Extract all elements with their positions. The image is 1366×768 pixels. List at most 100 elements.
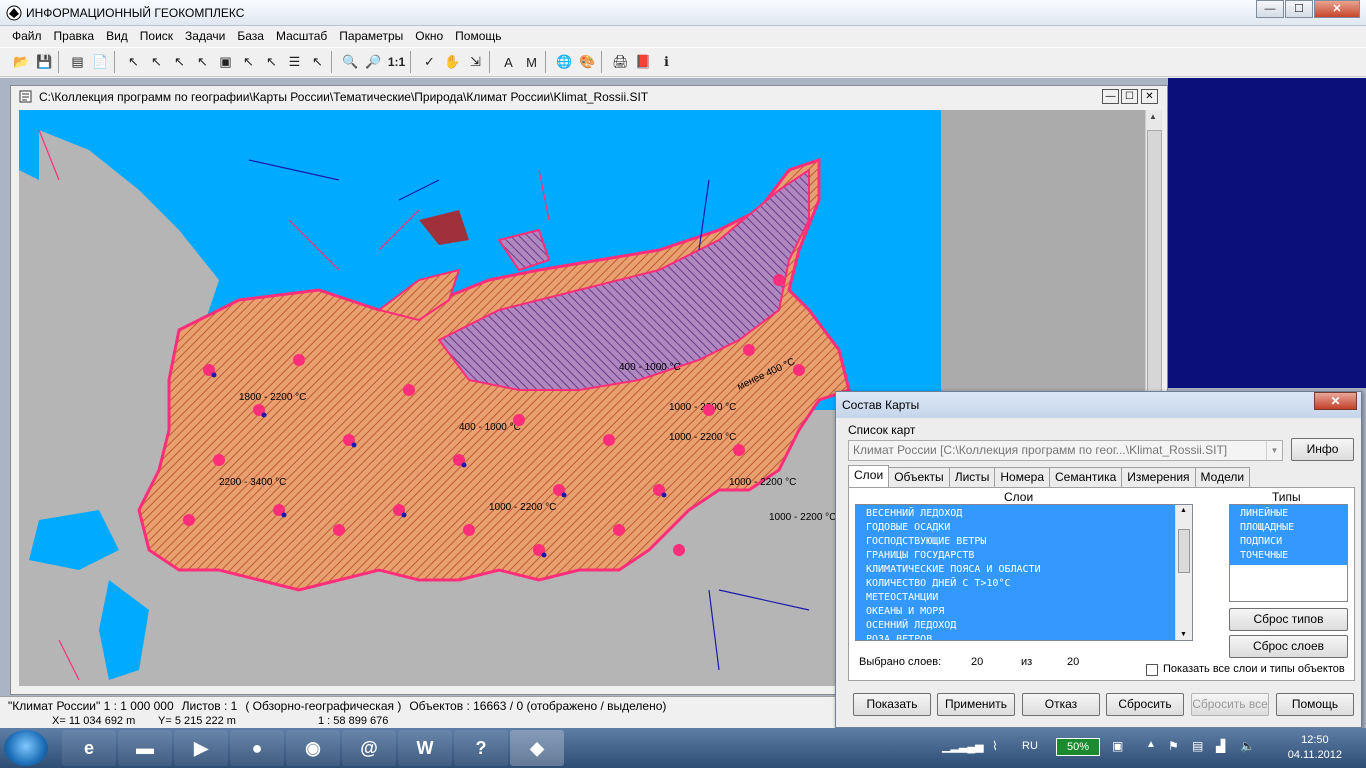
explorer-icon[interactable]: ▬ — [118, 730, 172, 766]
select-text-tool-icon[interactable]: ↖ — [168, 51, 191, 74]
menu-help[interactable]: Помощь — [449, 26, 507, 46]
zoom-in-icon[interactable]: 🔎 — [362, 51, 385, 74]
show-all-checkbox[interactable] — [1146, 664, 1158, 676]
menu-search[interactable]: Поиск — [134, 26, 179, 46]
frame-select-icon[interactable]: ▣ — [214, 51, 237, 74]
map-close-button[interactable]: ✕ — [1141, 89, 1158, 104]
reset-all-button[interactable]: Сбросить все — [1191, 693, 1269, 716]
menu-parameters[interactable]: Параметры — [333, 26, 409, 46]
list-item[interactable]: ГОСПОДСТВУЮЩИЕ ВЕТРЫ — [856, 535, 1176, 549]
info-button[interactable]: Инфо — [1291, 438, 1354, 461]
scroll-up-icon[interactable]: ▲ — [1149, 112, 1157, 121]
menu-scale[interactable]: Масштаб — [270, 26, 333, 46]
map-select[interactable]: Климат России [C:\Коллекция программ по … — [848, 440, 1283, 461]
tab-models[interactable]: Модели — [1194, 467, 1251, 487]
hand-icon[interactable]: ✋ — [441, 51, 464, 74]
save-icon[interactable]: 💾 — [33, 51, 56, 74]
measure-icon[interactable]: M — [520, 51, 543, 74]
list-item[interactable]: ОСЕННИЙ ЛЕДОХОД — [856, 619, 1176, 633]
dialog-close-button[interactable]: ✕ — [1314, 392, 1357, 410]
network-icon[interactable]: ▤ — [1192, 739, 1203, 753]
zoom-out-icon[interactable]: 🔍 — [339, 51, 362, 74]
minimize-button[interactable]: — — [1256, 0, 1284, 18]
tab-semantics[interactable]: Семантика — [1049, 467, 1123, 487]
device-icon[interactable]: ▣ — [1112, 739, 1123, 753]
reset-layers-button[interactable]: Сброс слоев — [1229, 635, 1348, 658]
list-item[interactable]: ГРАНИЦЫ ГОСУДАРСТВ — [856, 549, 1176, 563]
list-item[interactable]: КЛИМАТИЧЕСКИЕ ПОЯСА И ОБЛАСТИ — [856, 563, 1176, 577]
volume-icon[interactable]: 🔈 — [1240, 739, 1255, 753]
help-button[interactable]: Помощь — [1276, 693, 1354, 716]
ie-icon[interactable]: e — [62, 730, 116, 766]
clock[interactable]: 12:50 04.11.2012 — [1288, 733, 1342, 763]
print-icon[interactable]: 🖨 — [609, 51, 632, 74]
list-item[interactable]: ЛИНЕЙНЫЕ — [1230, 507, 1347, 521]
add-point-icon[interactable]: ↖ — [237, 51, 260, 74]
list-item[interactable]: ОКЕАНЫ И МОРЯ — [856, 605, 1176, 619]
tab-numbers[interactable]: Номера — [994, 467, 1051, 487]
media-player-icon[interactable]: ▶ — [174, 730, 228, 766]
globe-icon[interactable]: 🌐 — [553, 51, 576, 74]
maximize-button[interactable]: ☐ — [1285, 0, 1313, 18]
list-item[interactable]: МЕТЕОСТАНЦИИ — [856, 591, 1176, 605]
cancel-button[interactable]: Отказ — [1022, 693, 1100, 716]
list-icon[interactable]: ☰ — [283, 51, 306, 74]
tab-sheets[interactable]: Листы — [948, 467, 996, 487]
palette-icon[interactable]: 🎨 — [576, 51, 599, 74]
word-icon[interactable]: W — [398, 730, 452, 766]
text-tool-icon[interactable]: A — [497, 51, 520, 74]
edit-point-icon[interactable]: ↖ — [260, 51, 283, 74]
layers-icon[interactable]: ▤ — [66, 51, 89, 74]
battery-indicator[interactable]: 50% — [1056, 738, 1100, 756]
info-icon[interactable]: ℹ — [655, 51, 678, 74]
apply-button[interactable]: Применить — [937, 693, 1015, 716]
list-item[interactable]: ВЕСЕННИЙ ЛЕДОХОД — [856, 507, 1176, 521]
chevron-down-icon[interactable]: ▼ — [1266, 441, 1282, 460]
scale-1-1-button[interactable]: 1:1 — [385, 51, 408, 74]
menu-tasks[interactable]: Задачи — [179, 26, 231, 46]
language-indicator[interactable]: RU — [1022, 740, 1038, 752]
list-item[interactable]: РОЗА ВЕТРОВ — [856, 633, 1176, 640]
start-button[interactable] — [4, 730, 48, 766]
map-minimize-button[interactable]: — — [1102, 89, 1119, 104]
tray-expand-icon[interactable]: ▲ — [1146, 739, 1156, 750]
menu-view[interactable]: Вид — [100, 26, 134, 46]
mail-agent-icon[interactable]: @ — [342, 730, 396, 766]
list-item[interactable]: ГОДОВЫЕ ОСАДКИ — [856, 521, 1176, 535]
chrome-icon[interactable]: ◉ — [286, 730, 340, 766]
show-button[interactable]: Показать — [853, 693, 931, 716]
wireless-icon[interactable]: ⌇ — [992, 739, 998, 753]
map-canvas[interactable]: 1800 - 2200 °C 2200 - 3400 °C 400 - 1000… — [19, 110, 941, 686]
map-maximize-button[interactable]: ☐ — [1121, 89, 1138, 104]
list-item[interactable]: ПЛОЩАДНЫЕ — [1230, 521, 1347, 535]
move-icon[interactable]: ⇲ — [464, 51, 487, 74]
types-list[interactable]: ЛИНЕЙНЫЕ ПЛОЩАДНЫЕ ПОДПИСИ ТОЧЕЧНЫЕ — [1229, 504, 1348, 602]
scroll-up-icon[interactable]: ▲ — [1180, 507, 1187, 514]
menu-file[interactable]: Файл — [6, 26, 48, 46]
reset-button[interactable]: Сбросить — [1106, 693, 1184, 716]
select-tool-icon[interactable]: ↖ — [122, 51, 145, 74]
tab-measurements[interactable]: Измерения — [1121, 467, 1196, 487]
signal-icon[interactable]: ▟ — [1216, 739, 1225, 753]
scroll-down-icon[interactable]: ▼ — [1180, 631, 1187, 638]
select-object-tool-icon[interactable]: ↖ — [191, 51, 214, 74]
firefox-icon[interactable]: ● — [230, 730, 284, 766]
help-center-icon[interactable]: ? — [454, 730, 508, 766]
menu-edit[interactable]: Правка — [48, 26, 101, 46]
list-item[interactable]: ТОЧЕЧНЫЕ — [1230, 549, 1347, 563]
list-item[interactable]: КОЛИЧЕСТВО ДНЕЙ С Т>10°С — [856, 577, 1176, 591]
layers-list-scrollbar[interactable]: ▲ ▼ — [1175, 505, 1192, 640]
open-folder-icon[interactable]: 📂 — [10, 51, 33, 74]
signal-bars-icon[interactable]: ▁▂▃▄▅ — [942, 740, 984, 753]
list-item[interactable]: ПОДПИСИ — [1230, 535, 1347, 549]
close-button[interactable]: ✕ — [1314, 0, 1360, 18]
menu-window[interactable]: Окно — [409, 26, 449, 46]
check-icon[interactable]: ✓ — [418, 51, 441, 74]
reset-types-button[interactable]: Сброс типов — [1229, 608, 1348, 631]
cancel-select-icon[interactable]: ↖ — [306, 51, 329, 74]
book-icon[interactable]: 📕 — [632, 51, 655, 74]
document-icon[interactable]: 📄 — [89, 51, 112, 74]
menu-database[interactable]: База — [231, 26, 270, 46]
tab-layers[interactable]: Слои — [848, 465, 890, 487]
flag-icon[interactable]: ⚑ — [1168, 739, 1179, 753]
